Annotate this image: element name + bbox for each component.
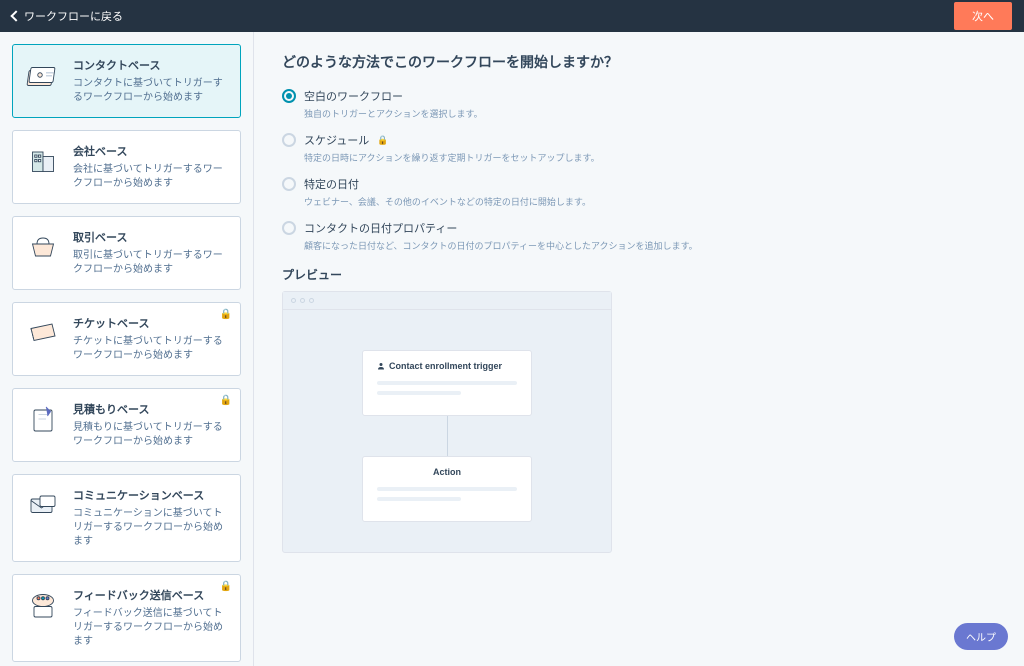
- app-header: ワークフローに戻る 次へ: [0, 0, 1024, 32]
- sidebar-item-contact[interactable]: コンタクトベース コンタクトに基づいてトリガーするワークフローから始めます: [12, 44, 241, 118]
- deal-icon: [25, 229, 61, 265]
- card-desc: 見積もりに基づいてトリガーするワークフローから始めます: [73, 421, 228, 449]
- card-desc: フィードバック送信に基づいてトリガーするワークフローから始めます: [73, 607, 228, 649]
- option-label: スケジュール: [304, 132, 369, 148]
- preview-flow: Contact enrollment trigger Action: [283, 310, 611, 522]
- quote-icon: [25, 401, 61, 437]
- flow-action-card: Action: [362, 456, 532, 522]
- content-panel: どのような方法でこのワークフローを開始しますか？ 空白のワークフロー 独自のトリ…: [254, 32, 1024, 666]
- card-title: コミュニケーションベース: [73, 487, 228, 503]
- chevron-left-icon: [10, 10, 21, 21]
- sidebar-item-quote[interactable]: 🔒 見積もりベース 見積もりに基づいてトリガーするワークフローから始めます: [12, 388, 241, 462]
- skeleton-line: [377, 487, 517, 491]
- option-label: 空白のワークフロー: [304, 88, 403, 104]
- window-dots-icon: [291, 298, 603, 303]
- card-title: 取引ベース: [73, 229, 228, 245]
- option-desc: 特定の日時にアクションを繰り返す定期トリガーをセットアップします。: [304, 151, 996, 164]
- lock-icon: 🔒: [220, 581, 232, 592]
- flow-trigger-card: Contact enrollment trigger: [362, 350, 532, 416]
- main-layout: コンタクトベース コンタクトに基づいてトリガーするワークフローから始めます 会社…: [0, 32, 1024, 666]
- option-desc: 顧客になった日付など、コンタクトの日付のプロパティーを中心としたアクションを追加…: [304, 239, 996, 252]
- lock-icon: 🔒: [377, 135, 388, 146]
- back-link[interactable]: ワークフローに戻る: [12, 8, 123, 24]
- option-desc: 独自のトリガーとアクションを選択します。: [304, 107, 996, 120]
- card-desc: チケットに基づいてトリガーするワークフローから始めます: [73, 335, 228, 363]
- back-label: ワークフローに戻る: [24, 8, 123, 24]
- radio-input[interactable]: [282, 89, 296, 103]
- skeleton-line: [377, 381, 517, 385]
- section-title: どのような方法でこのワークフローを開始しますか？: [282, 52, 996, 72]
- option-schedule[interactable]: スケジュール 🔒 特定の日時にアクションを繰り返す定期トリガーをセットアップしま…: [282, 132, 996, 164]
- sidebar-item-feedback[interactable]: 🔒 フィードバック送信ベース フィードバック送信に基づいてトリガーするワークフロ…: [12, 574, 241, 662]
- contact-icon: [25, 57, 61, 93]
- action-label: Action: [433, 467, 461, 477]
- person-icon: [377, 362, 385, 370]
- preview-frame-bar: [283, 292, 611, 310]
- sidebar-item-company[interactable]: 会社ベース 会社に基づいてトリガーするワークフローから始めます: [12, 130, 241, 204]
- sidebar: コンタクトベース コンタクトに基づいてトリガーするワークフローから始めます 会社…: [0, 32, 254, 666]
- card-desc: コンタクトに基づいてトリガーするワークフローから始めます: [73, 77, 228, 105]
- card-title: フィードバック送信ベース: [73, 587, 228, 603]
- card-title: 見積もりベース: [73, 401, 228, 417]
- card-desc: コミュニケーションに基づいてトリガーするワークフローから始めます: [73, 507, 228, 549]
- company-icon: [25, 143, 61, 179]
- skeleton-line: [377, 497, 461, 501]
- radio-input[interactable]: [282, 133, 296, 147]
- preview-title: プレビュー: [282, 266, 996, 283]
- help-button[interactable]: ヘルプ: [954, 623, 1008, 650]
- option-label: 特定の日付: [304, 176, 359, 192]
- sidebar-item-communication[interactable]: コミュニケーションベース コミュニケーションに基づいてトリガーするワークフローか…: [12, 474, 241, 562]
- next-button[interactable]: 次へ: [954, 2, 1012, 30]
- sidebar-item-deal[interactable]: 取引ベース 取引に基づいてトリガーするワークフローから始めます: [12, 216, 241, 290]
- communication-icon: [25, 487, 61, 523]
- lock-icon: 🔒: [220, 309, 232, 320]
- card-title: 会社ベース: [73, 143, 228, 159]
- card-desc: 会社に基づいてトリガーするワークフローから始めます: [73, 163, 228, 191]
- radio-input[interactable]: [282, 221, 296, 235]
- card-title: チケットベース: [73, 315, 228, 331]
- feedback-icon: [25, 587, 61, 623]
- sidebar-item-ticket[interactable]: 🔒 チケットベース チケットに基づいてトリガーするワークフローから始めます: [12, 302, 241, 376]
- card-desc: 取引に基づいてトリガーするワークフローから始めます: [73, 249, 228, 277]
- card-title: コンタクトベース: [73, 57, 228, 73]
- preview-box: Contact enrollment trigger Action: [282, 291, 612, 553]
- skeleton-line: [377, 391, 461, 395]
- option-contact-date-property[interactable]: コンタクトの日付プロパティー 顧客になった日付など、コンタクトの日付のプロパティ…: [282, 220, 996, 252]
- option-specific-date[interactable]: 特定の日付 ウェビナー、会議、その他のイベントなどの特定の日付に開始します。: [282, 176, 996, 208]
- lock-icon: 🔒: [220, 395, 232, 406]
- flow-connector: [447, 416, 448, 456]
- option-label: コンタクトの日付プロパティー: [304, 220, 457, 236]
- option-desc: ウェビナー、会議、その他のイベントなどの特定の日付に開始します。: [304, 195, 996, 208]
- option-blank[interactable]: 空白のワークフロー 独自のトリガーとアクションを選択します。: [282, 88, 996, 120]
- ticket-icon: [25, 315, 61, 351]
- trigger-label: Contact enrollment trigger: [389, 361, 502, 371]
- radio-input[interactable]: [282, 177, 296, 191]
